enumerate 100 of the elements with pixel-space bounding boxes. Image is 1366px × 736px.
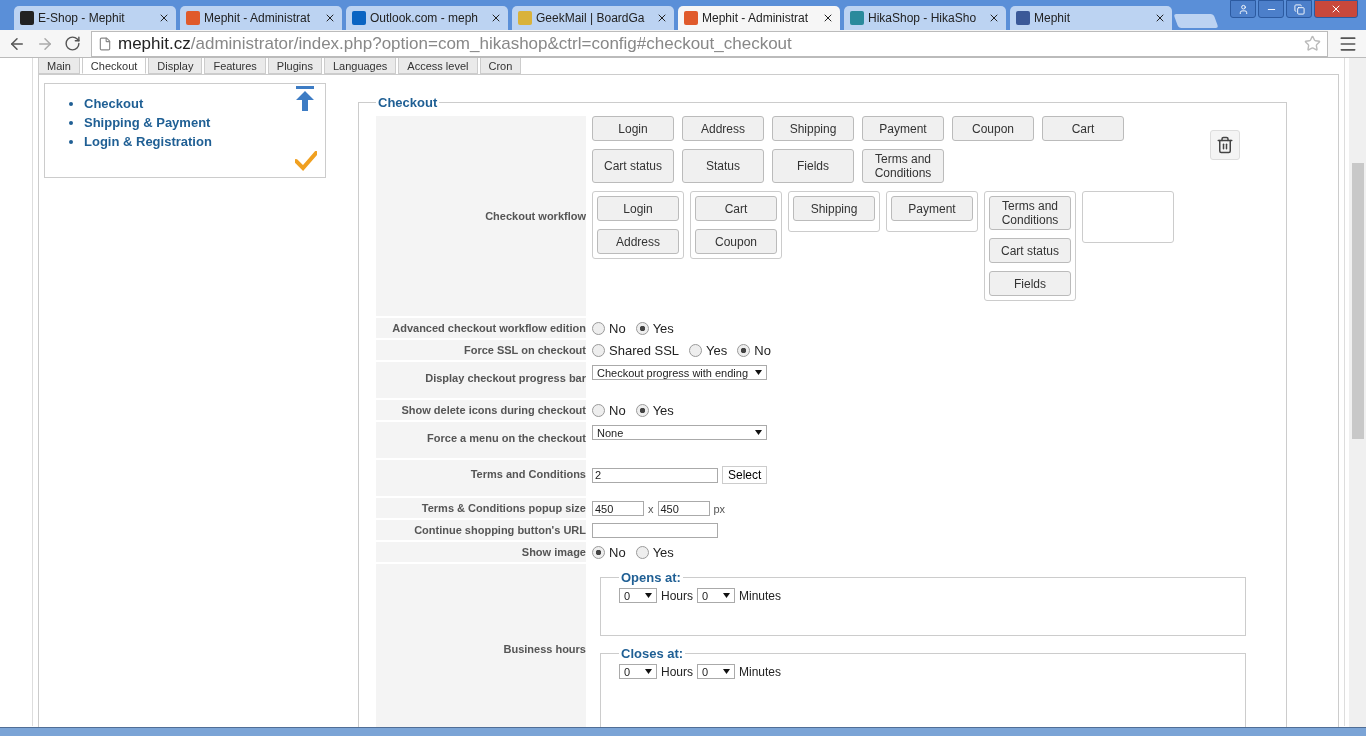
workflow-block-button[interactable]: Cart status — [592, 149, 674, 183]
browser-tab[interactable]: HikaShop - HikaSho — [844, 6, 1006, 30]
radio-button[interactable] — [592, 404, 605, 417]
close-icon[interactable] — [490, 12, 502, 24]
browser-tab[interactable]: E-Shop - Mephit — [14, 6, 176, 30]
radio-button[interactable] — [635, 404, 649, 417]
workflow-block-button[interactable]: Status — [682, 149, 764, 183]
workflow-block-button[interactable]: Fields — [989, 271, 1071, 296]
radio-option[interactable]: Yes — [635, 321, 674, 336]
radio-option[interactable]: No — [592, 321, 626, 336]
minutes-select[interactable]: 0 — [697, 664, 735, 679]
close-icon[interactable] — [1154, 12, 1166, 24]
sidebar-link[interactable]: Login & Registration — [84, 132, 212, 151]
radio-option[interactable]: Yes — [635, 545, 674, 560]
browser-tab[interactable]: Mephit — [1010, 6, 1172, 30]
sidebar-link[interactable]: Shipping & Payment — [84, 113, 211, 132]
url-field[interactable] — [592, 523, 718, 538]
close-icon — [1330, 3, 1342, 15]
radio-label: No — [609, 545, 626, 560]
browser-tab[interactable]: Outlook.com - meph — [346, 6, 508, 30]
radio-option[interactable]: No — [592, 545, 626, 560]
workflow-block-button[interactable]: Address — [682, 116, 764, 141]
config-tab[interactable]: Features — [204, 58, 266, 74]
config-tab[interactable]: Access level — [398, 58, 478, 74]
config-tab[interactable]: Cron — [479, 58, 522, 74]
workflow-block-button[interactable]: Cart status — [989, 238, 1071, 263]
select-field[interactable]: Checkout progress with ending — [592, 365, 767, 380]
text-field[interactable]: 2 — [592, 467, 718, 483]
config-tab[interactable]: Main — [38, 58, 80, 74]
star-icon[interactable] — [1304, 35, 1321, 52]
minutes-label: Minutes — [739, 588, 782, 603]
workflow-block-button[interactable]: Fields — [772, 149, 854, 183]
minutes-select[interactable]: 0 — [697, 588, 735, 603]
workflow-block-button[interactable]: Shipping — [772, 116, 854, 141]
radio-button[interactable] — [635, 322, 649, 335]
caret-icon — [723, 592, 730, 599]
trash-button[interactable] — [1210, 130, 1240, 160]
hours-select[interactable]: 0 — [619, 664, 657, 679]
unit-text: px — [713, 502, 726, 515]
restore-icon — [1293, 3, 1305, 15]
select-button[interactable]: Select — [722, 466, 768, 484]
field-label: Terms and Conditions — [470, 468, 586, 480]
workflow-block-button[interactable]: Payment — [891, 196, 973, 221]
workflow-block-button[interactable]: Shipping — [793, 196, 875, 221]
workflow-block-button[interactable]: Login — [597, 196, 679, 221]
config-tab[interactable]: Plugins — [267, 58, 322, 74]
restore-button[interactable] — [1286, 0, 1312, 18]
radio-button[interactable] — [592, 322, 605, 335]
bullet-icon — [69, 120, 73, 125]
scrollbar[interactable] — [1349, 58, 1366, 727]
close-icon[interactable] — [656, 12, 668, 24]
workflow-block-button[interactable]: Terms and Conditions — [989, 196, 1071, 230]
close-icon[interactable] — [158, 12, 170, 24]
close-icon[interactable] — [988, 12, 1000, 24]
radio-button[interactable] — [737, 344, 751, 357]
radio-button[interactable] — [592, 344, 605, 357]
select-field[interactable]: None — [592, 425, 767, 440]
sidebar-link[interactable]: Checkout — [84, 94, 144, 113]
workflow-block-button[interactable]: Coupon — [695, 229, 777, 254]
scrollbar-thumb[interactable] — [1351, 163, 1364, 439]
address-bar[interactable]: mephit.cz/administrator/index.php?option=com_hikashop&ctrl=config#checkout_checkout — [91, 30, 1328, 57]
config-tab[interactable]: Checkout — [81, 58, 147, 74]
workflow-block-button[interactable]: Cart — [1042, 116, 1124, 141]
url-text: mephit.cz/administrator/index.php?option=com_hikashop&ctrl=config#checkout_checkout — [118, 33, 792, 54]
browser-tab[interactable]: GeekMail | BoardGa — [512, 6, 674, 30]
close-icon[interactable] — [822, 12, 834, 24]
workflow-block-button[interactable]: Address — [597, 229, 679, 254]
field-label: Checkout workflow — [485, 210, 586, 222]
radio-button[interactable] — [592, 546, 605, 559]
radio-option[interactable]: No — [592, 403, 626, 418]
field-label: Business hours — [503, 643, 586, 655]
group-legend: Closes at: — [619, 646, 686, 661]
radio-option[interactable]: Yes — [689, 343, 728, 358]
height-field[interactable]: 450 — [657, 501, 710, 516]
close-icon[interactable] — [324, 12, 336, 24]
bullet-icon — [69, 101, 73, 106]
reload-button[interactable] — [64, 35, 81, 52]
workflow-block-button[interactable]: Cart — [695, 196, 777, 221]
config-tab[interactable]: Languages — [323, 58, 397, 74]
radio-option[interactable]: No — [737, 343, 771, 358]
workflow-block-button[interactable]: Login — [592, 116, 674, 141]
radio-option[interactable]: Shared SSL — [592, 343, 680, 358]
config-tab[interactable]: Display — [148, 58, 203, 74]
hours-select[interactable]: 0 — [619, 588, 657, 603]
back-to-top-icon — [295, 86, 315, 112]
browser-tab[interactable]: Mephit - Administrat — [180, 6, 342, 30]
profile-button[interactable] — [1230, 0, 1256, 18]
browser-tab[interactable]: Mephit - Administrat — [678, 6, 840, 30]
radio-option[interactable]: Yes — [635, 403, 674, 418]
field-label: Show delete icons during checkout — [401, 404, 586, 416]
section-legend: Checkout — [376, 95, 440, 110]
workflow-block-button[interactable]: Payment — [862, 116, 944, 141]
workflow-block-button[interactable]: Terms and Conditions — [862, 149, 944, 183]
radio-button[interactable] — [689, 344, 703, 357]
workflow-block-button[interactable]: Coupon — [952, 116, 1034, 141]
width-field[interactable]: 450 — [592, 501, 644, 516]
field-label: Force a menu on the checkout — [427, 432, 586, 444]
radio-button[interactable] — [635, 546, 649, 559]
group-legend: Opens at: — [619, 570, 683, 585]
field-label: Display checkout progress bar — [425, 372, 586, 384]
